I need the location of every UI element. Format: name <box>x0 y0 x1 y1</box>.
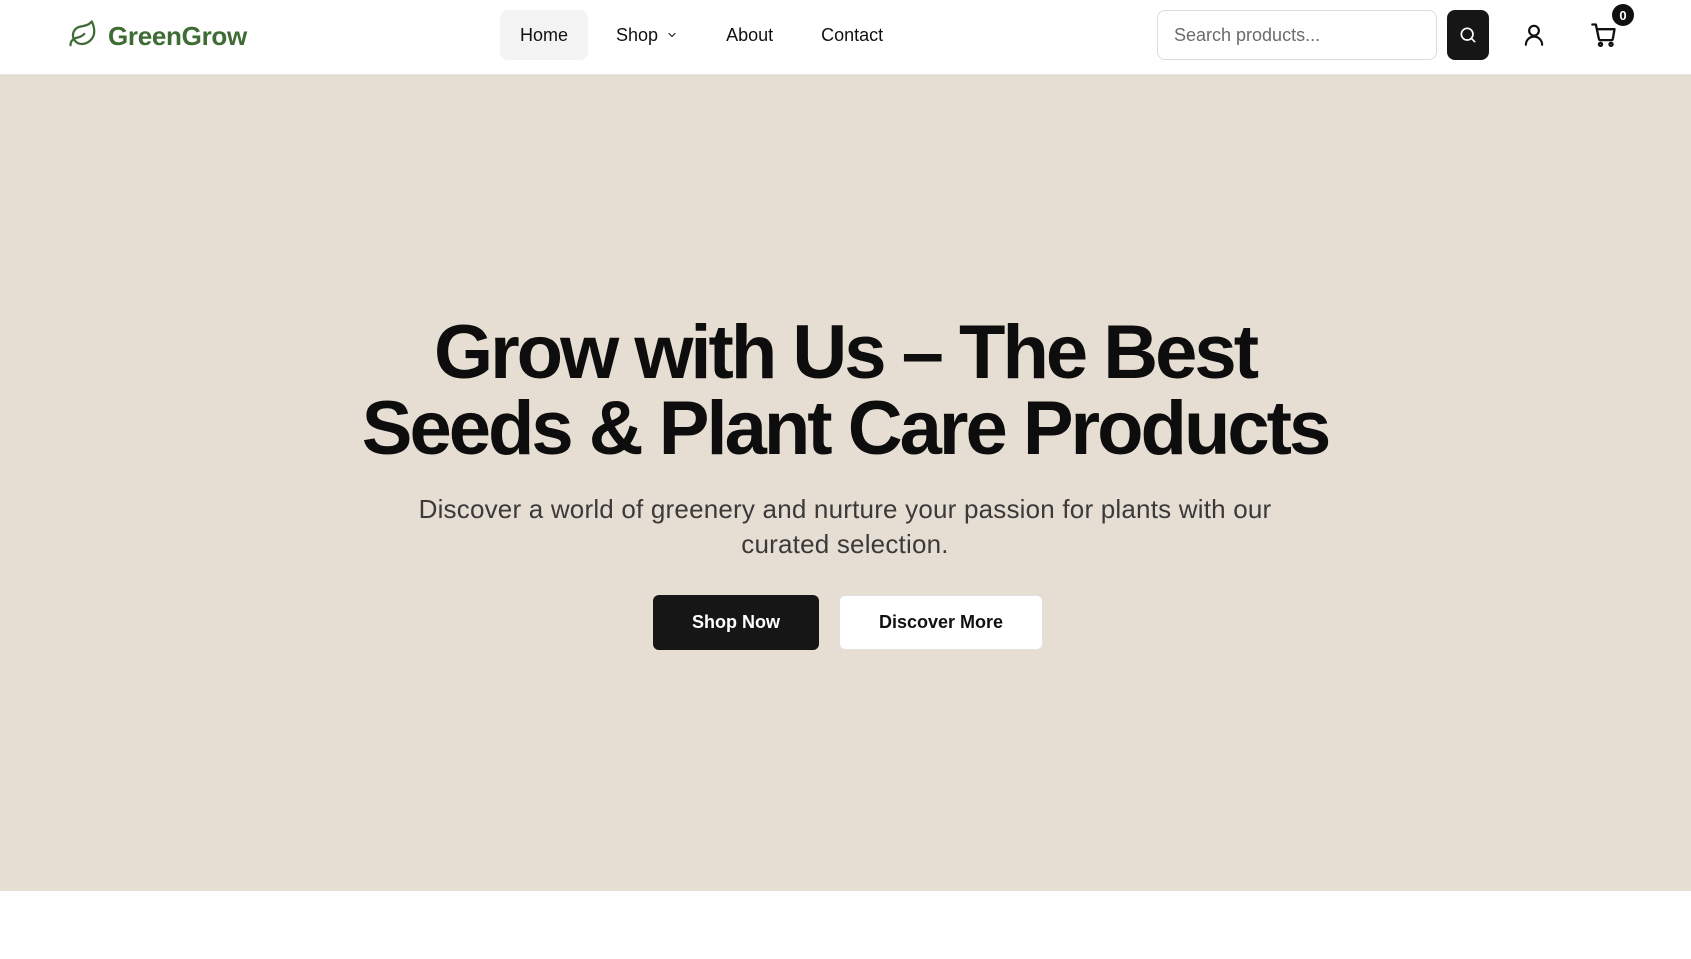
account-button[interactable] <box>1516 17 1552 53</box>
hero-title: Grow with Us – The Best Seeds & Plant Ca… <box>245 315 1445 467</box>
shop-now-button[interactable]: Shop Now <box>653 595 819 650</box>
search-button[interactable] <box>1447 10 1489 60</box>
nav-contact[interactable]: Contact <box>801 10 903 60</box>
search-input[interactable] <box>1157 10 1437 60</box>
cart-count-badge: 0 <box>1612 4 1634 26</box>
user-icon <box>1524 24 1544 46</box>
brand-name: GreenGrow <box>108 20 247 51</box>
nav-about-label: About <box>726 24 774 45</box>
nav-home[interactable]: Home <box>500 10 589 60</box>
hero-title-line-2: Seeds & Plant Care Products <box>361 386 1331 471</box>
search-icon <box>1460 27 1476 43</box>
main-nav: Home Shop About Contact <box>500 10 903 60</box>
nav-shop-label: Shop <box>616 24 659 45</box>
nav-home-label: Home <box>520 24 569 45</box>
hero-title-line-1: Grow with Us – The Best <box>433 310 1259 395</box>
nav-shop[interactable]: Shop <box>596 10 698 60</box>
brand-logo[interactable]: GreenGrow <box>68 18 247 54</box>
hero-section: Grow with Us – The Best Seeds & Plant Ca… <box>0 75 1691 891</box>
nav-contact-label: Contact <box>821 24 884 45</box>
chevron-down-icon <box>668 32 676 38</box>
nav-about[interactable]: About <box>706 10 793 60</box>
hero-subtitle: Discover a world of greenery and nurture… <box>418 494 1272 559</box>
cart-icon <box>1591 23 1616 48</box>
site-header: GreenGrow Home Shop About Contact 0 <box>0 0 1691 75</box>
discover-more-button[interactable]: Discover More <box>839 595 1043 650</box>
leaf-icon <box>68 19 98 54</box>
